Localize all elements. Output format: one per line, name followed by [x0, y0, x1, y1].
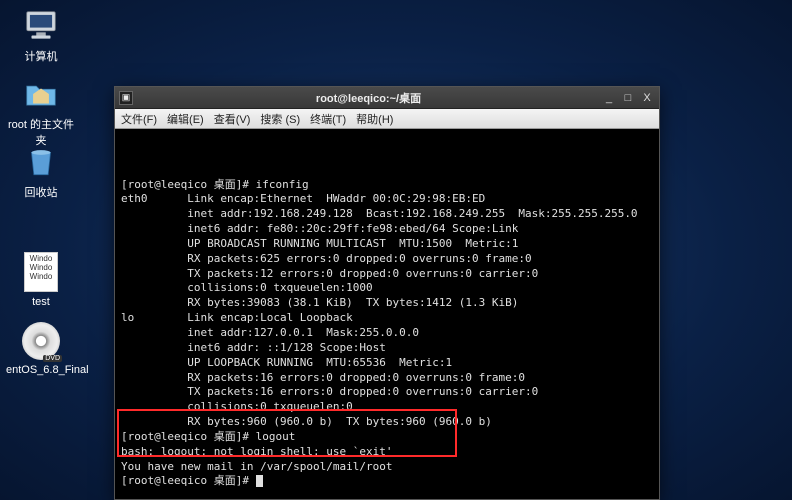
maximize-button[interactable]: □ — [620, 91, 636, 105]
terminal-line: TX packets:16 errors:0 dropped:0 overrun… — [121, 385, 653, 400]
window-title: root@leeqico:~/桌面 — [139, 90, 598, 106]
terminal-window: ▣ root@leeqico:~/桌面 _ □ X 文件(F) 编辑(E) 查看… — [114, 86, 660, 500]
menubar: 文件(F) 编辑(E) 查看(V) 搜索 (S) 终端(T) 帮助(H) — [115, 109, 659, 129]
terminal-line: lo Link encap:Local Loopback — [121, 311, 653, 326]
terminal-line: RX bytes:960 (960.0 b) TX bytes:960 (960… — [121, 415, 653, 430]
desktop-icon-label: 回收站 — [6, 184, 76, 200]
terminal-body[interactable]: [root@leeqico 桌面]# ifconfigeth0 Link enc… — [115, 129, 659, 499]
terminal-line: [root@leeqico 桌面]# logout — [121, 430, 653, 445]
desktop-icon-computer[interactable]: 计算机 — [6, 8, 76, 64]
terminal-line: TX packets:12 errors:0 dropped:0 overrun… — [121, 267, 653, 282]
titlebar[interactable]: ▣ root@leeqico:~/桌面 _ □ X — [115, 87, 659, 109]
terminal-line: [root@leeqico 桌面]# ifconfig — [121, 178, 653, 193]
file-icon: Windo Windo Windo — [24, 252, 58, 292]
menu-terminal[interactable]: 终端(T) — [310, 111, 346, 127]
terminal-line: eth0 Link encap:Ethernet HWaddr 00:0C:29… — [121, 192, 653, 207]
terminal-line: RX packets:625 errors:0 dropped:0 overru… — [121, 252, 653, 267]
desktop-icon-label: test — [6, 296, 76, 308]
terminal-line: collisions:0 txqueuelen:0 — [121, 400, 653, 415]
terminal-line: UP LOOPBACK RUNNING MTU:65536 Metric:1 — [121, 356, 653, 371]
terminal-line: inet addr:127.0.0.1 Mask:255.0.0.0 — [121, 326, 653, 341]
menu-file[interactable]: 文件(F) — [121, 111, 157, 127]
terminal-app-icon: ▣ — [119, 91, 133, 105]
desktop-icon-trash[interactable]: 回收站 — [6, 144, 76, 200]
terminal-line: inet6 addr: fe80::20c:29ff:fe98:ebed/64 … — [121, 222, 653, 237]
desktop-icon-test-file[interactable]: Windo Windo Windo test — [6, 252, 76, 308]
dvd-icon — [22, 322, 60, 360]
terminal-line: bash: logout: not login shell: use `exit… — [121, 445, 653, 460]
terminal-line: collisions:0 txqueuelen:1000 — [121, 281, 653, 296]
desktop-icon-dvd[interactable]: entOS_6.8_Final — [6, 322, 76, 376]
trash-icon — [21, 144, 61, 180]
terminal-line: inet addr:192.168.249.128 Bcast:192.168.… — [121, 207, 653, 222]
terminal-line: RX bytes:39083 (38.1 KiB) TX bytes:1412 … — [121, 296, 653, 311]
terminal-line: inet6 addr: ::1/128 Scope:Host — [121, 341, 653, 356]
terminal-line: UP BROADCAST RUNNING MULTICAST MTU:1500 … — [121, 237, 653, 252]
menu-search[interactable]: 搜索 (S) — [260, 111, 300, 127]
desktop-icon-label: entOS_6.8_Final — [6, 364, 76, 376]
desktop-icon-label: 计算机 — [6, 48, 76, 64]
folder-icon — [21, 76, 61, 112]
terminal-line: RX packets:16 errors:0 dropped:0 overrun… — [121, 371, 653, 386]
menu-edit[interactable]: 编辑(E) — [167, 111, 204, 127]
close-button[interactable]: X — [639, 91, 655, 105]
cursor — [256, 475, 263, 487]
computer-icon — [21, 8, 61, 44]
terminal-line: You have new mail in /var/spool/mail/roo… — [121, 460, 653, 475]
minimize-button[interactable]: _ — [601, 91, 617, 105]
desktop-icon-home-folder[interactable]: root 的主文件夹 — [6, 76, 76, 148]
menu-help[interactable]: 帮助(H) — [356, 111, 393, 127]
terminal-line: [root@leeqico 桌面]# — [121, 474, 653, 489]
menu-view[interactable]: 查看(V) — [214, 111, 251, 127]
